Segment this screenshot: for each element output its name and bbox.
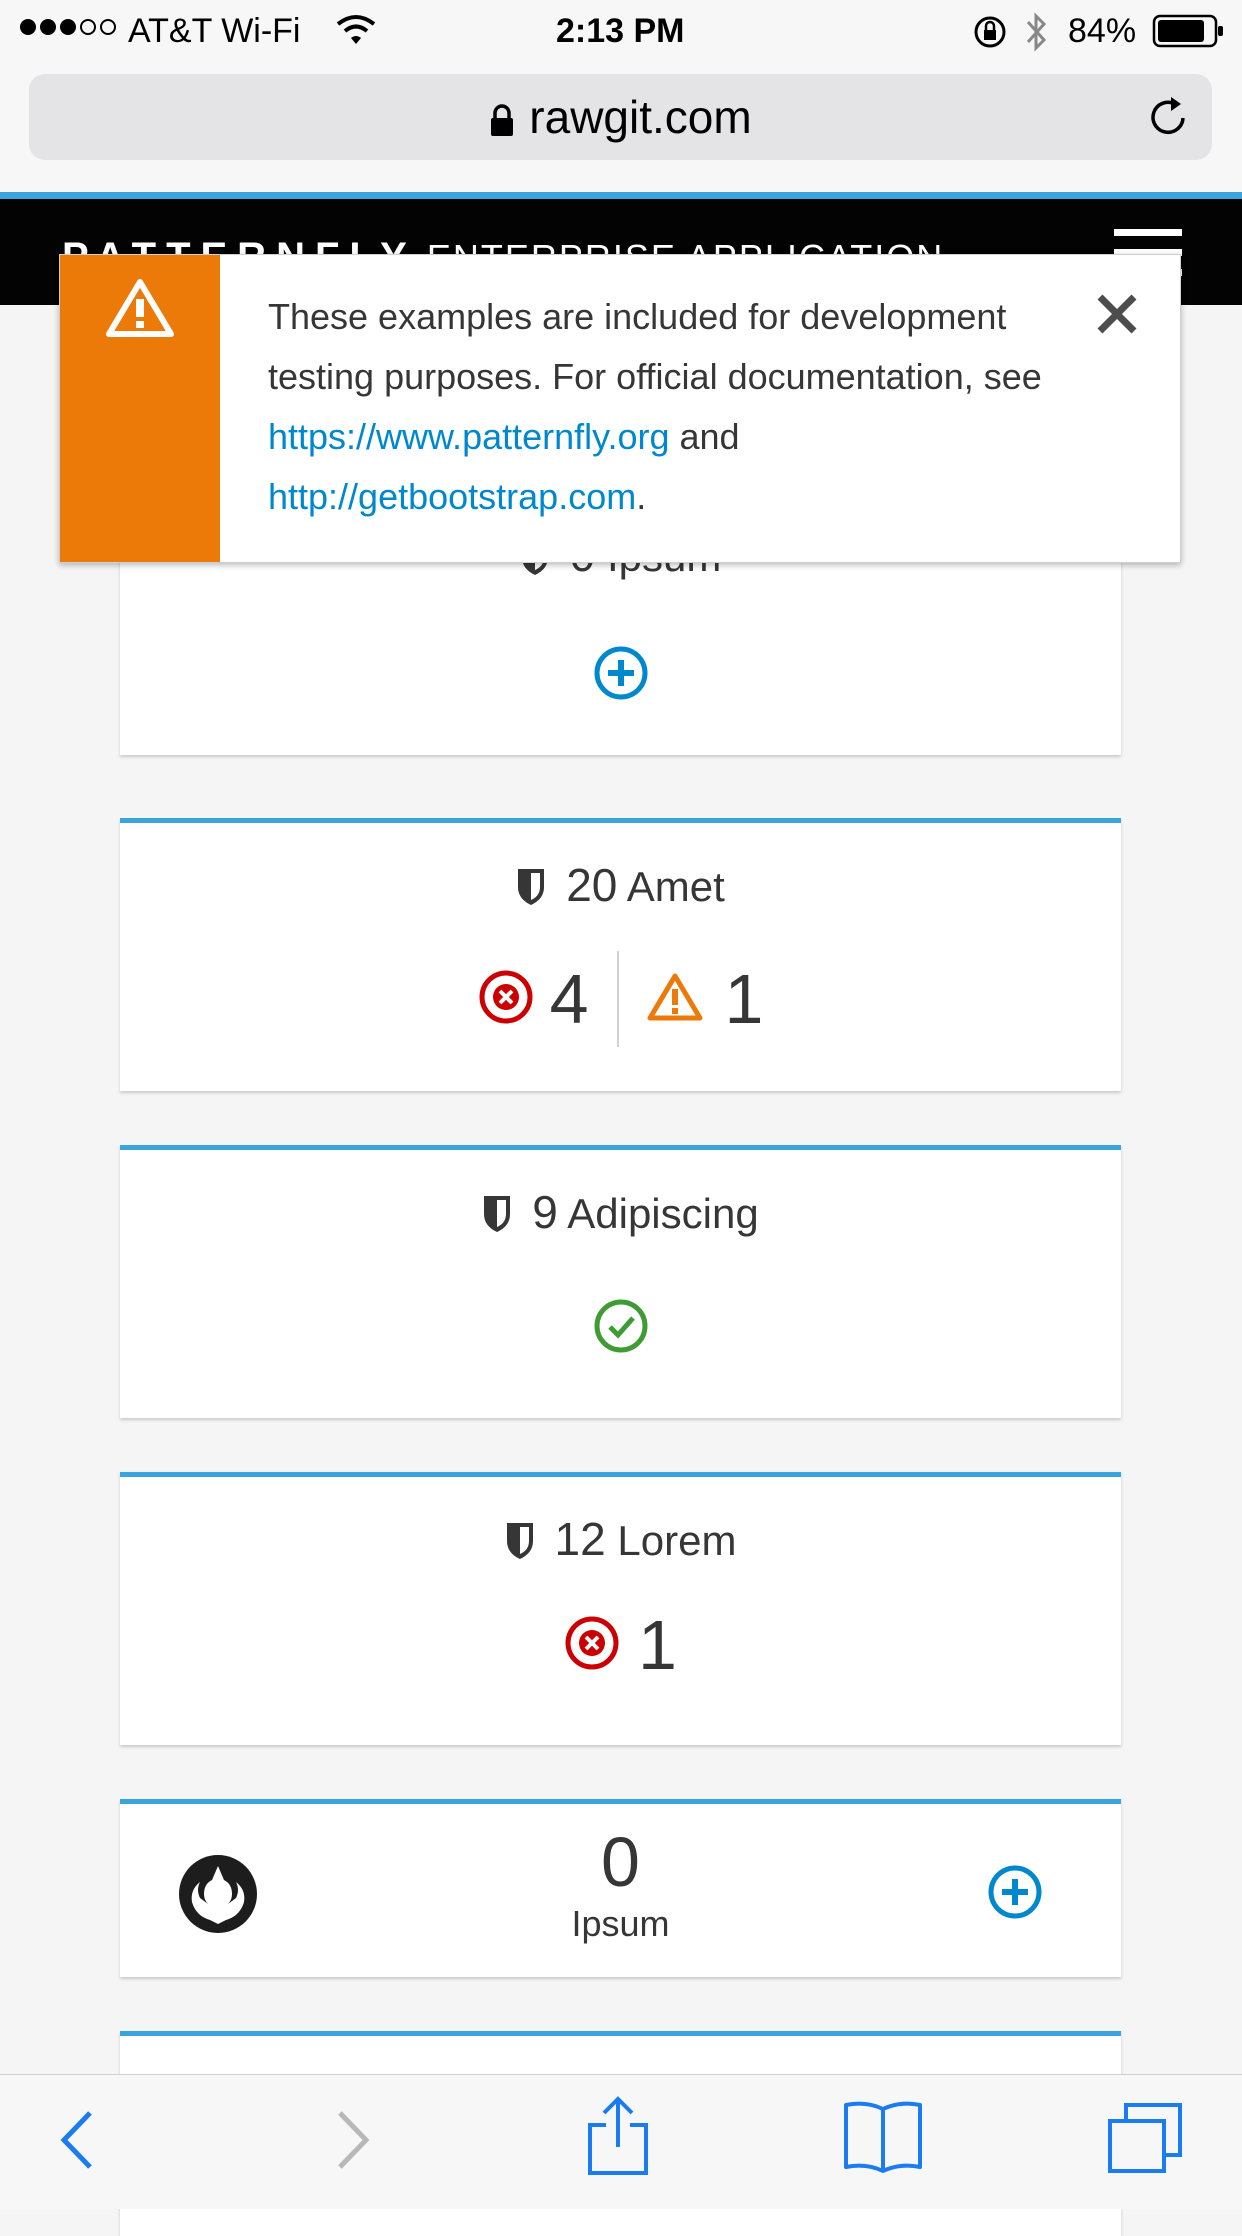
- aggregate-status-card: 12 Lorem 1: [120, 1472, 1121, 1745]
- signal-strength-icon: [18, 10, 122, 52]
- card-label: Adipiscing: [567, 1190, 759, 1237]
- card-status: 4 1: [120, 951, 1121, 1047]
- battery-icon: [1152, 14, 1224, 58]
- close-icon[interactable]: [1092, 289, 1142, 339]
- clock: 2:13 PM: [556, 12, 685, 50]
- aggregate-status-card: 9 Adipiscing: [120, 1145, 1121, 1418]
- share-icon[interactable]: [586, 2095, 650, 2182]
- card-count: 9: [532, 1186, 558, 1238]
- warning-triangle-icon: [105, 277, 175, 344]
- lock-icon: [489, 78, 515, 164]
- error-circle-icon[interactable]: [478, 969, 534, 1030]
- error-count[interactable]: 1: [638, 1606, 677, 1684]
- toast-message: These examples are included for developm…: [268, 296, 1042, 517]
- card-label: Lorem: [617, 1517, 737, 1564]
- url-text: rawgit.com: [529, 91, 752, 143]
- warning-triangle-icon[interactable]: [647, 972, 703, 1027]
- card-count: 0: [601, 1823, 640, 1901]
- add-circle-icon[interactable]: [987, 1864, 1043, 1925]
- card-title: 9 Adipiscing: [120, 1185, 1121, 1244]
- back-arrow-icon[interactable]: [56, 2105, 100, 2180]
- address-bar[interactable]: rawgit.com: [29, 74, 1212, 160]
- patternfly-link[interactable]: https://www.patternfly.org: [268, 416, 670, 457]
- bootstrap-link[interactable]: http://getbootstrap.com: [268, 476, 636, 517]
- error-circle-icon[interactable]: [564, 1615, 620, 1676]
- aggregate-status-card-mini: 0 Ipsum: [120, 1799, 1121, 1977]
- bookmarks-icon[interactable]: [842, 2099, 924, 2180]
- card-count: 20: [566, 859, 618, 911]
- shield-icon: [516, 867, 546, 917]
- tabs-icon[interactable]: [1106, 2101, 1184, 2180]
- card-label: Ipsum: [571, 1903, 670, 1944]
- forward-arrow-icon[interactable]: [330, 2105, 374, 2180]
- card-label: Amet: [626, 863, 725, 910]
- card-status: [120, 1298, 1121, 1359]
- reload-icon[interactable]: [1145, 94, 1191, 145]
- page-top-accent: [0, 192, 1242, 199]
- toast-notification: These examples are included for developm…: [59, 254, 1181, 563]
- carrier-label: AT&T Wi-Fi: [128, 12, 301, 50]
- add-circle-icon[interactable]: [593, 645, 649, 706]
- warning-count[interactable]: 1: [725, 960, 764, 1038]
- shield-icon: [505, 1521, 535, 1571]
- ok-check-icon: [593, 1298, 649, 1359]
- battery-percent: 84%: [1068, 12, 1137, 50]
- shield-icon: [482, 1194, 512, 1244]
- card-title: 20 Amet: [120, 858, 1121, 917]
- card-title: 12 Lorem: [120, 1512, 1121, 1571]
- card-count: 12: [554, 1513, 606, 1565]
- status-bar: AT&T Wi-Fi 2:13 PM 84%: [0, 0, 1242, 62]
- aggregate-status-card: 20 Amet 4 1: [120, 818, 1121, 1091]
- card-status: 1: [120, 1605, 1121, 1685]
- wifi-icon: [336, 14, 376, 56]
- address-bar-area: rawgit.com: [0, 62, 1242, 192]
- rotation-lock-icon: [972, 14, 1008, 60]
- bluetooth-icon: [1024, 12, 1050, 62]
- browser-toolbar: [0, 2074, 1242, 2209]
- status-divider: [616, 951, 619, 1047]
- error-count[interactable]: 4: [550, 960, 589, 1038]
